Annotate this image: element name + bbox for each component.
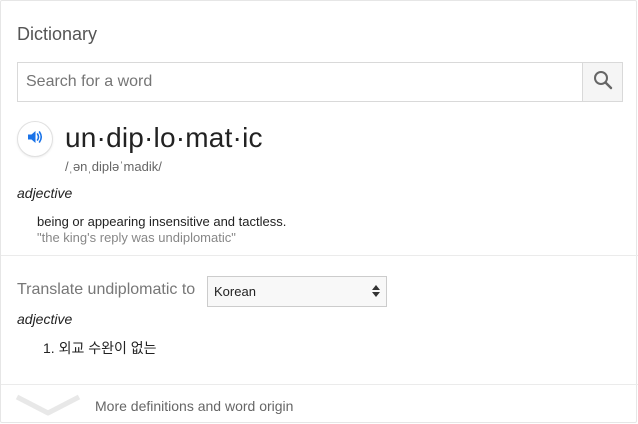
part-of-speech: adjective xyxy=(17,185,73,201)
translation-part-of-speech: adjective xyxy=(17,311,73,327)
select-arrows-icon xyxy=(372,285,380,297)
headword: un·dip·lo·mat·ic xyxy=(65,122,263,153)
dictionary-title: Dictionary xyxy=(17,24,98,44)
search-button[interactable] xyxy=(582,63,622,101)
phonetic-spelling: /ˌənˌdipləˈmadik/ xyxy=(65,159,162,174)
pronunciation-button[interactable] xyxy=(17,121,53,157)
search-box xyxy=(17,62,623,102)
definition-text: being or appearing insensitive and tactl… xyxy=(37,214,287,229)
divider xyxy=(1,255,638,256)
more-definitions-link[interactable]: More definitions and word origin xyxy=(95,398,293,414)
divider xyxy=(1,384,638,385)
search-input[interactable] xyxy=(18,63,582,101)
language-select[interactable]: Korean xyxy=(207,276,387,307)
translate-label: Translate undiplomatic to xyxy=(17,281,196,298)
dictionary-card: Dictionary un·dip·lo·mat·ic /ˌənˌdipləˈm… xyxy=(0,0,638,423)
language-select-value: Korean xyxy=(214,284,256,299)
translation-item: 1. 외교 수완이 없는 xyxy=(43,340,157,356)
search-icon xyxy=(593,70,613,95)
speaker-icon xyxy=(25,127,45,152)
expand-chevron-icon[interactable] xyxy=(15,393,81,422)
example-text: "the king's reply was undiplomatic" xyxy=(37,230,236,245)
